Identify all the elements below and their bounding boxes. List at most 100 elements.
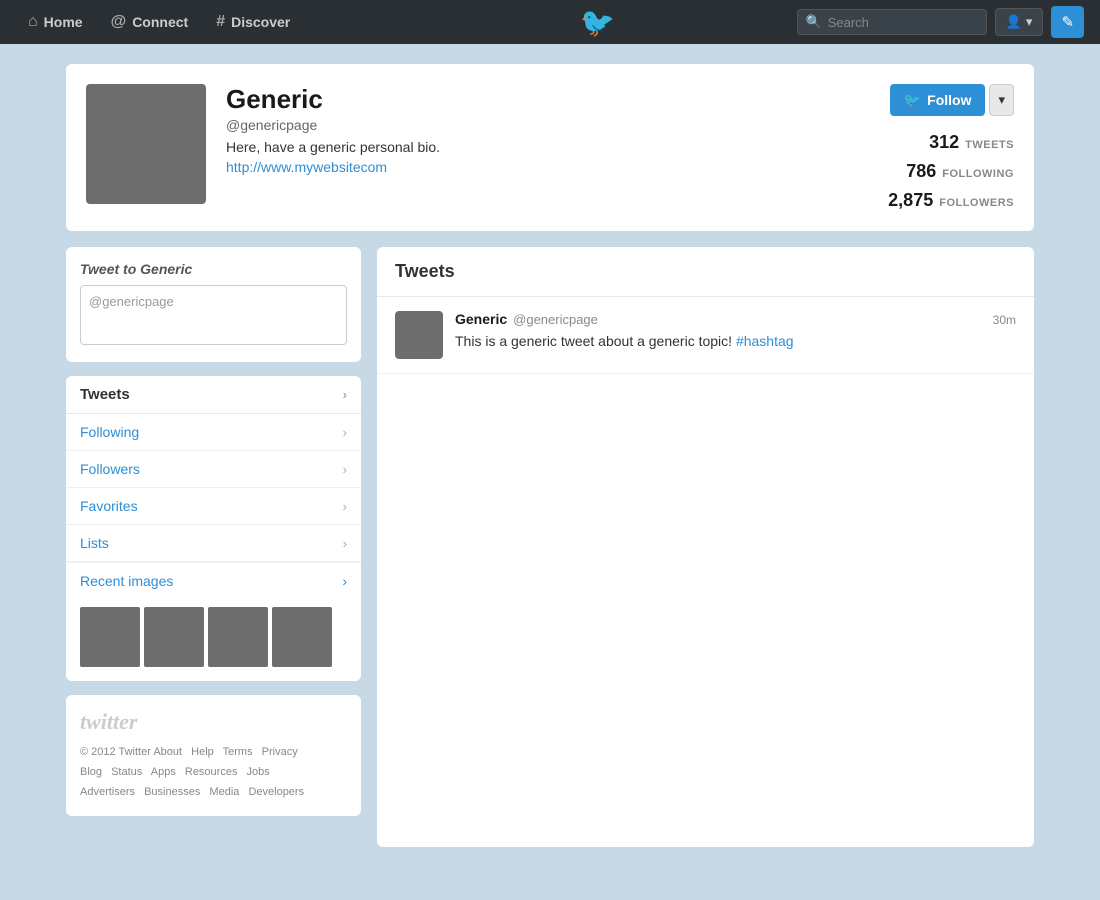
compose-icon: ✎: [1061, 13, 1074, 31]
nav-discover-label: Discover: [231, 14, 290, 30]
hashtag-icon: #: [216, 13, 225, 31]
followers-chevron-icon: ›: [343, 462, 347, 477]
recent-image-1[interactable]: [80, 607, 140, 667]
sidebar-item-favorites[interactable]: Favorites ›: [66, 488, 361, 525]
nav-home-label: Home: [44, 14, 83, 30]
followers-count: 2,875: [888, 190, 933, 211]
profile-header: Generic @genericpage Here, have a generi…: [66, 64, 1034, 231]
bird-icon: 🐦: [580, 6, 615, 39]
profile-handle: @genericpage: [226, 117, 814, 133]
table-row: Generic @genericpage 30m This is a gener…: [377, 297, 1034, 374]
followers-nav-label: Followers: [80, 461, 140, 477]
sidebar-tweets-label: Tweets: [80, 386, 130, 403]
footer-link-businesses[interactable]: Businesses: [144, 786, 200, 798]
nav-home[interactable]: ⌂ Home: [16, 7, 95, 37]
tweet-text: This is a generic tweet about a generic …: [455, 331, 1016, 352]
following-stat: 786 FOLLOWING: [834, 161, 1014, 182]
search-box: 🔍: [797, 9, 987, 35]
tweet-to-box: Tweet to Generic: [66, 247, 361, 362]
recent-images-chevron-icon: ›: [342, 573, 347, 589]
profile-name: Generic: [226, 84, 814, 115]
tweets-chevron-icon: ›: [343, 387, 347, 402]
footer-link-advertisers[interactable]: Advertisers: [80, 786, 135, 798]
tweet-timestamp: 30m: [993, 313, 1016, 327]
footer-link-jobs[interactable]: Jobs: [247, 766, 270, 778]
follow-button[interactable]: 🐦 Follow: [890, 84, 986, 116]
nav-right: 🔍 👤 ▾ ✎: [797, 6, 1084, 38]
lists-nav-label: Lists: [80, 535, 109, 551]
footer-link-privacy[interactable]: Privacy: [262, 746, 298, 758]
follow-button-label: Follow: [927, 92, 971, 108]
avatar: [86, 84, 206, 204]
tweet-author-handle: @genericpage: [513, 312, 598, 327]
tweet-author-name: Generic: [455, 311, 507, 327]
footer-link-blog[interactable]: Blog: [80, 766, 102, 778]
lists-chevron-icon: ›: [343, 536, 347, 551]
sidebar-item-lists[interactable]: Lists ›: [66, 525, 361, 562]
user-menu-button[interactable]: 👤 ▾: [995, 8, 1044, 36]
recent-image-2[interactable]: [144, 607, 204, 667]
tweet-body: This is a generic tweet about a generic …: [455, 333, 732, 349]
footer-link-status[interactable]: Status: [111, 766, 142, 778]
footer-links: © 2012 Twitter About Help Terms Privacy …: [80, 743, 347, 802]
recent-image-3[interactable]: [208, 607, 268, 667]
footer-copyright: © 2012 Twitter: [80, 746, 151, 758]
footer-link-media[interactable]: Media: [209, 786, 239, 798]
favorites-nav-label: Favorites: [80, 498, 138, 514]
following-label: FOLLOWING: [942, 168, 1014, 180]
sidebar-item-followers[interactable]: Followers ›: [66, 451, 361, 488]
tweet-content: Generic @genericpage 30m This is a gener…: [455, 311, 1016, 359]
nav-discover[interactable]: # Discover: [204, 7, 302, 37]
sidebar-tweets-header: Tweets ›: [66, 376, 361, 414]
compose-tweet-button[interactable]: ✎: [1051, 6, 1084, 38]
tweet-to-input[interactable]: [80, 285, 347, 345]
followers-label: FOLLOWERS: [939, 197, 1014, 209]
follow-actions: 🐦 Follow ▾: [890, 84, 1014, 116]
followers-stat: 2,875 FOLLOWERS: [834, 190, 1014, 211]
sidebar-item-following[interactable]: Following ›: [66, 414, 361, 451]
tweet-hashtag[interactable]: #hashtag: [736, 333, 794, 349]
twitter-footer-logo: twitter: [80, 709, 347, 735]
user-icon: 👤: [1006, 14, 1022, 30]
sidebar-item-recent-images[interactable]: Recent images ›: [66, 562, 361, 599]
twitter-logo: 🐦: [406, 6, 788, 39]
search-icon: 🔍: [806, 14, 822, 30]
profile-stats: 🐦 Follow ▾ 312 TWEETS 786 FOLLOWING 2,87…: [834, 84, 1014, 211]
follow-dropdown-button[interactable]: ▾: [989, 84, 1014, 116]
user-dropdown-icon: ▾: [1026, 14, 1033, 30]
search-input[interactable]: [828, 15, 978, 30]
page-wrapper: Generic @genericpage Here, have a generi…: [50, 64, 1050, 847]
tweet-meta: Generic @genericpage 30m: [455, 311, 1016, 327]
footer-link-about[interactable]: About: [153, 746, 182, 758]
tweet-to-panel: Tweet to Generic: [66, 247, 361, 362]
footer-link-developers[interactable]: Developers: [248, 786, 304, 798]
footer-panel: twitter © 2012 Twitter About Help Terms …: [66, 695, 361, 816]
tweets-panel: Tweets Generic @genericpage 30m This is …: [377, 247, 1034, 847]
tweets-stat: 312 TWEETS: [834, 132, 1014, 153]
profile-link[interactable]: http://www.mywebsitecom: [226, 159, 387, 175]
footer-link-help[interactable]: Help: [191, 746, 214, 758]
footer-link-resources[interactable]: Resources: [185, 766, 238, 778]
home-icon: ⌂: [28, 13, 38, 31]
connect-icon: @: [111, 13, 127, 31]
favorites-chevron-icon: ›: [343, 499, 347, 514]
following-nav-label: Following: [80, 424, 139, 440]
following-chevron-icon: ›: [343, 425, 347, 440]
content-row: Tweet to Generic Tweets › Following › Fo…: [66, 247, 1034, 847]
footer-link-apps[interactable]: Apps: [151, 766, 176, 778]
top-navigation: ⌂ Home @ Connect # Discover 🐦 🔍 👤 ▾ ✎: [0, 0, 1100, 44]
recent-image-4[interactable]: [272, 607, 332, 667]
nav-connect[interactable]: @ Connect: [99, 7, 201, 37]
tweet-to-label: Tweet to Generic: [80, 261, 347, 277]
sidebar: Tweet to Generic Tweets › Following › Fo…: [66, 247, 361, 816]
recent-images-label: Recent images: [80, 573, 173, 589]
recent-images-grid: [66, 599, 361, 681]
following-count: 786: [906, 161, 936, 182]
tweets-label: TWEETS: [965, 139, 1014, 151]
sidebar-nav-panel: Tweets › Following › Followers › Favorit…: [66, 376, 361, 681]
tweet-avatar: [395, 311, 443, 359]
footer-link-terms[interactable]: Terms: [223, 746, 253, 758]
follow-bird-icon: 🐦: [904, 92, 921, 109]
nav-connect-label: Connect: [132, 14, 188, 30]
follow-dropdown-icon: ▾: [998, 92, 1005, 107]
